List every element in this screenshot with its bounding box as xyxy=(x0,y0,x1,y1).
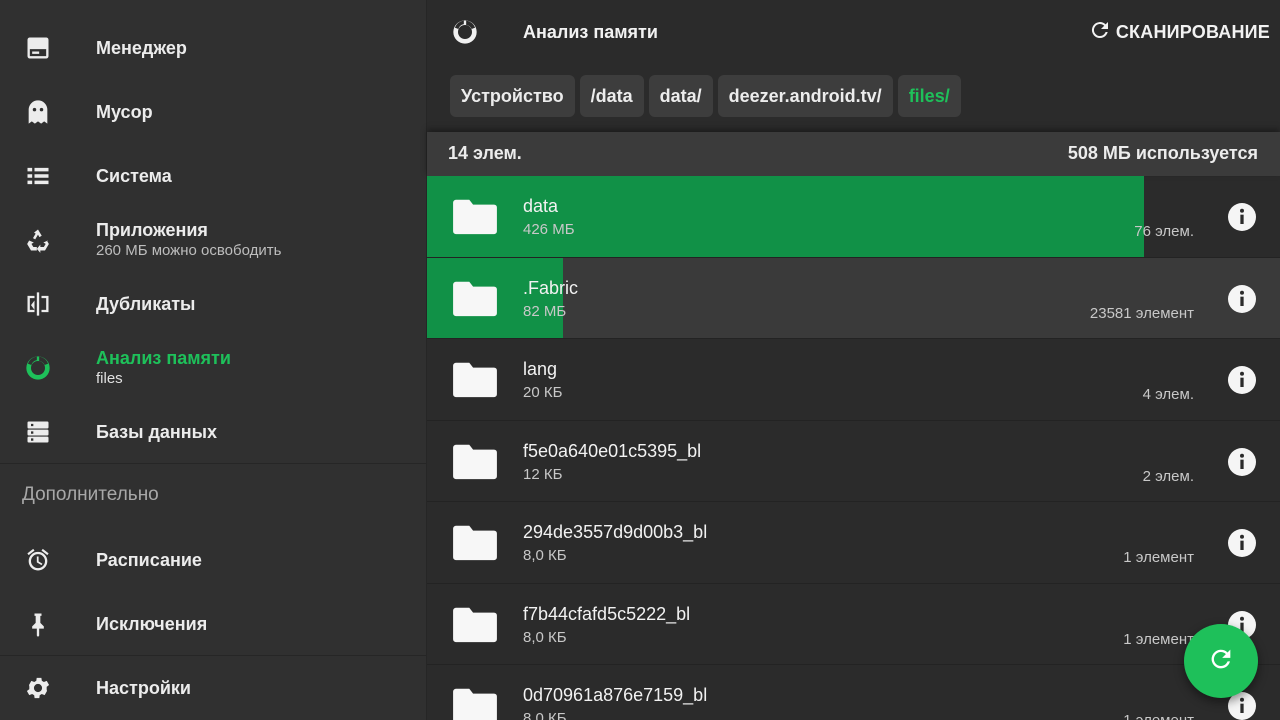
nav-item-databases[interactable]: Базы данных xyxy=(0,400,427,464)
nav-item-storage-analyzer[interactable]: Анализ памяти files xyxy=(0,336,427,400)
item-count: 2 элем. xyxy=(1142,467,1194,485)
nav-item-manager[interactable]: Менеджер xyxy=(0,16,427,80)
divider xyxy=(0,463,427,464)
nav-label: Анализ памяти xyxy=(96,348,231,368)
item-size: 8,0 КБ xyxy=(523,628,567,646)
list-item[interactable]: lang 20 КБ 4 элем. xyxy=(427,339,1280,421)
scan-button[interactable]: СКАНИРОВАНИЕ xyxy=(1088,18,1270,47)
info-icon[interactable] xyxy=(1228,284,1256,313)
item-name: 294de3557d9d00b3_bl xyxy=(523,522,708,542)
database-icon xyxy=(22,416,54,448)
pin-icon xyxy=(22,608,54,640)
gear-icon xyxy=(22,672,54,704)
nav-item-schedule[interactable]: Расписание xyxy=(0,528,427,592)
nav-label: Базы данных xyxy=(96,422,218,442)
nav-label: Расписание xyxy=(96,550,202,570)
item-name: f5e0a640e01c5395_bl xyxy=(523,440,702,461)
nav-label: Дубликаты xyxy=(96,294,196,314)
recycle-icon xyxy=(22,224,54,256)
list-item[interactable]: .Fabric 82 МБ 23581 элемент xyxy=(427,257,1280,339)
alarm-clock-icon xyxy=(22,544,54,576)
item-count: 1 элемент xyxy=(1123,712,1194,720)
item-count: 76 элем. xyxy=(1134,223,1194,240)
item-count: 23581 элемент xyxy=(1089,304,1194,322)
info-icon[interactable] xyxy=(1228,366,1256,394)
summary-bar: 14 элем. 508 МБ используется xyxy=(427,132,1280,176)
folder-icon xyxy=(452,278,498,318)
folder-icon xyxy=(452,685,498,720)
item-name: data xyxy=(523,196,559,216)
page-title: Анализ памяти xyxy=(523,22,658,42)
list-item[interactable]: 0d70961a876e7159_bl 8,0 КБ 1 элемент xyxy=(427,665,1280,720)
nav-label: Мусор xyxy=(96,102,153,122)
folder-icon xyxy=(452,604,498,644)
folder-icon xyxy=(452,441,498,481)
item-size: 8,0 КБ xyxy=(523,547,567,564)
window-icon xyxy=(22,32,54,64)
breadcrumb-item-data[interactable]: data/ xyxy=(648,75,713,117)
breadcrumb-item-device[interactable]: Устройство xyxy=(450,75,575,117)
storage-analyzer-icon xyxy=(451,18,479,46)
refresh-icon xyxy=(1207,645,1235,678)
nav-item-duplicates[interactable]: Дубликаты xyxy=(0,272,427,336)
info-icon[interactable] xyxy=(1228,203,1256,231)
list-item[interactable]: data 426 МБ 76 элем. xyxy=(427,176,1280,258)
nav-label: Приложения xyxy=(96,220,208,240)
ghost-icon xyxy=(22,96,54,128)
item-size: 426 МБ xyxy=(523,221,575,238)
item-size: 20 КБ xyxy=(523,384,563,401)
nav-label: Менеджер xyxy=(96,38,187,58)
nav-item-junk[interactable]: Мусор xyxy=(0,80,427,144)
folder-icon xyxy=(452,196,498,236)
nav-sublabel: 260 МБ можно освободить xyxy=(96,242,282,259)
folder-icon xyxy=(452,522,498,562)
item-size: 8,0 КБ xyxy=(523,710,567,720)
nav-label: Исключения xyxy=(96,614,208,634)
item-name: f7b44cfafd5c5222_bl xyxy=(523,603,691,624)
file-list: data 426 МБ 76 элем. .Fabric 82 МБ 23581 элем… xyxy=(427,176,1280,720)
duplicates-icon xyxy=(22,288,54,320)
toolbar: Анализ памяти СКАНИРОВАНИЕ Устройство /d… xyxy=(427,0,1280,130)
nav-item-exclusions[interactable]: Исключения xyxy=(0,592,427,656)
list-icon xyxy=(22,160,54,192)
list-item[interactable]: 294de3557d9d00b3_bl 8,0 КБ 1 элемент xyxy=(427,502,1280,584)
breadcrumb-item-files[interactable]: files/ xyxy=(897,75,961,117)
nav-item-apps[interactable]: Приложения 260 МБ можно освободить xyxy=(0,208,427,272)
nav-label: Настройки xyxy=(96,678,191,698)
scan-label: СКАНИРОВАНИЕ xyxy=(1115,22,1270,42)
item-size: 12 КБ xyxy=(523,465,563,483)
nav-item-system[interactable]: Система xyxy=(0,144,427,208)
item-count: 4 элем. xyxy=(1142,386,1194,403)
nav-sublabel: files xyxy=(96,370,123,387)
main-content: Анализ памяти СКАНИРОВАНИЕ Устройство /d… xyxy=(427,0,1280,720)
nav-item-settings[interactable]: Настройки xyxy=(0,656,427,720)
refresh-fab[interactable] xyxy=(1184,624,1258,698)
list-item[interactable]: f5e0a640e01c5395_bl 12 КБ 2 элем. xyxy=(427,421,1280,502)
section-header-extra: Дополнительно xyxy=(22,484,159,505)
item-name: .Fabric xyxy=(523,277,579,298)
item-count: 14 элем. xyxy=(448,143,522,163)
breadcrumb-item-package[interactable]: deezer.android.tv/ xyxy=(717,75,893,117)
breadcrumb: Устройство /data data/ deezer.android.tv… xyxy=(450,75,961,117)
item-name: 0d70961a876e7159_bl xyxy=(523,685,708,705)
info-icon[interactable] xyxy=(1228,447,1256,476)
nav-label: Система xyxy=(96,166,172,186)
storage-analyzer-icon xyxy=(22,352,54,384)
item-count: 1 элемент xyxy=(1123,549,1194,566)
list-item[interactable]: f7b44cfafd5c5222_bl 8,0 КБ 1 элемент xyxy=(427,584,1280,665)
item-size: 82 МБ xyxy=(523,302,567,320)
navigation-drawer: Менеджер Мусор Система Приложения 260 МБ… xyxy=(0,0,427,720)
item-name: lang xyxy=(523,359,558,379)
space-used: 508 МБ используется xyxy=(1067,143,1258,163)
breadcrumb-item-data-root[interactable]: /data xyxy=(579,75,644,117)
item-count: 1 элемент xyxy=(1123,630,1194,648)
refresh-icon xyxy=(1088,18,1112,47)
info-icon[interactable] xyxy=(1228,529,1256,557)
folder-icon xyxy=(452,359,498,399)
